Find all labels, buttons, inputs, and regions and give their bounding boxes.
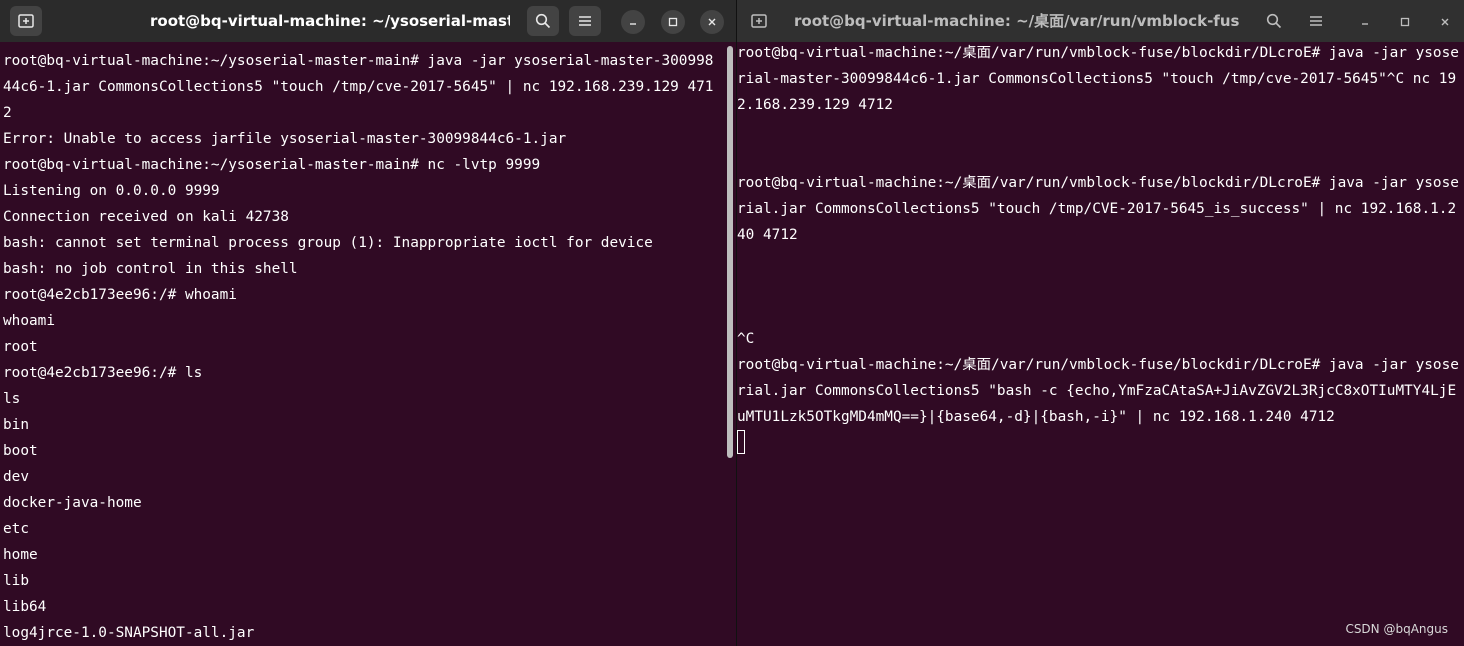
terminal-line: boot bbox=[3, 443, 38, 459]
new-tab-icon bbox=[751, 14, 767, 28]
maximize-icon bbox=[1400, 17, 1410, 27]
terminal-line: docker-java-home bbox=[3, 495, 142, 511]
maximize-button[interactable] bbox=[661, 10, 685, 34]
minimize-button[interactable] bbox=[1353, 10, 1377, 34]
terminal-line: root@bq-virtual-machine:~/ysoserial-mast… bbox=[3, 157, 541, 173]
terminal-line: ^C bbox=[737, 331, 755, 347]
right-titlebar[interactable]: root@bq-virtual-machine: ~/桌面/var/run/vm… bbox=[737, 0, 1464, 42]
terminal-line: lib bbox=[3, 573, 29, 589]
minimize-button[interactable] bbox=[621, 10, 645, 34]
terminal-line: bash: cannot set terminal process group … bbox=[3, 235, 653, 251]
search-button[interactable] bbox=[1258, 6, 1290, 36]
window-title: root@bq-virtual-machine: ~/ysoserial-mas… bbox=[150, 12, 510, 30]
text-cursor bbox=[737, 430, 745, 454]
left-titlebar[interactable]: root@bq-virtual-machine: ~/ysoserial-mas… bbox=[0, 0, 736, 42]
maximize-button[interactable] bbox=[1393, 10, 1417, 34]
new-tab-icon bbox=[18, 14, 34, 28]
minimize-icon bbox=[1362, 23, 1368, 25]
close-icon bbox=[708, 18, 716, 26]
search-button[interactable] bbox=[527, 6, 559, 36]
terminal-line: lib64 bbox=[3, 599, 47, 615]
left-terminal-window[interactable]: root@bq-virtual-machine: ~/ysoserial-mas… bbox=[0, 0, 736, 646]
menu-icon bbox=[579, 16, 591, 26]
terminal-line: etc bbox=[3, 521, 29, 537]
terminal-line: root@bq-virtual-machine:~/桌面/var/run/vmb… bbox=[737, 357, 1459, 425]
terminal-output[interactable]: root@bq-virtual-machine:~/ysoserial-mast… bbox=[3, 42, 722, 646]
close-icon bbox=[1441, 18, 1449, 26]
terminal-line: whoami bbox=[3, 313, 55, 329]
new-tab-button[interactable] bbox=[10, 6, 42, 36]
terminal-output[interactable]: root@bq-virtual-machine:~/桌面/var/run/vmb… bbox=[737, 40, 1460, 646]
terminal-line: log4jrce-1.0-SNAPSHOT-all.jar bbox=[3, 625, 255, 641]
terminal-line: root@bq-virtual-machine:~/桌面/var/run/vmb… bbox=[737, 45, 1459, 113]
terminal-line: root bbox=[3, 339, 38, 355]
terminal-line: Listening on 0.0.0.0 9999 bbox=[3, 183, 220, 199]
scrollbar[interactable] bbox=[727, 46, 733, 458]
window-title: root@bq-virtual-machine: ~/桌面/var/run/vm… bbox=[794, 12, 1239, 30]
cursor-line bbox=[737, 430, 1460, 456]
terminal-line: root@bq-virtual-machine:~/ysoserial-mast… bbox=[3, 53, 714, 121]
terminal-line: root@4e2cb173ee96:/# ls bbox=[3, 365, 203, 381]
maximize-icon bbox=[668, 17, 678, 27]
minimize-icon bbox=[630, 23, 636, 25]
terminal-line: Error: Unable to access jarfile ysoseria… bbox=[3, 131, 567, 147]
close-button[interactable] bbox=[700, 10, 724, 34]
terminal-line: Connection received on kali 42738 bbox=[3, 209, 289, 225]
close-button[interactable] bbox=[1433, 10, 1457, 34]
terminal-line: root@4e2cb173ee96:/# whoami bbox=[3, 287, 237, 303]
terminal-line: bin bbox=[3, 417, 29, 433]
watermark: CSDN @bqAngus bbox=[1345, 622, 1448, 636]
menu-icon bbox=[1310, 16, 1322, 26]
terminal-line: root@bq-virtual-machine:~/桌面/var/run/vmb… bbox=[737, 175, 1459, 243]
search-icon bbox=[1266, 13, 1282, 29]
menu-button[interactable] bbox=[1300, 6, 1332, 36]
right-terminal-window[interactable]: root@bq-virtual-machine: ~/桌面/var/run/vm… bbox=[737, 0, 1464, 646]
terminal-line: home bbox=[3, 547, 38, 563]
search-icon bbox=[535, 13, 551, 29]
terminal-line: bash: no job control in this shell bbox=[3, 261, 298, 277]
menu-button[interactable] bbox=[569, 6, 601, 36]
terminal-line: dev bbox=[3, 469, 29, 485]
terminal-line: ls bbox=[3, 391, 21, 407]
new-tab-button[interactable] bbox=[743, 6, 775, 36]
